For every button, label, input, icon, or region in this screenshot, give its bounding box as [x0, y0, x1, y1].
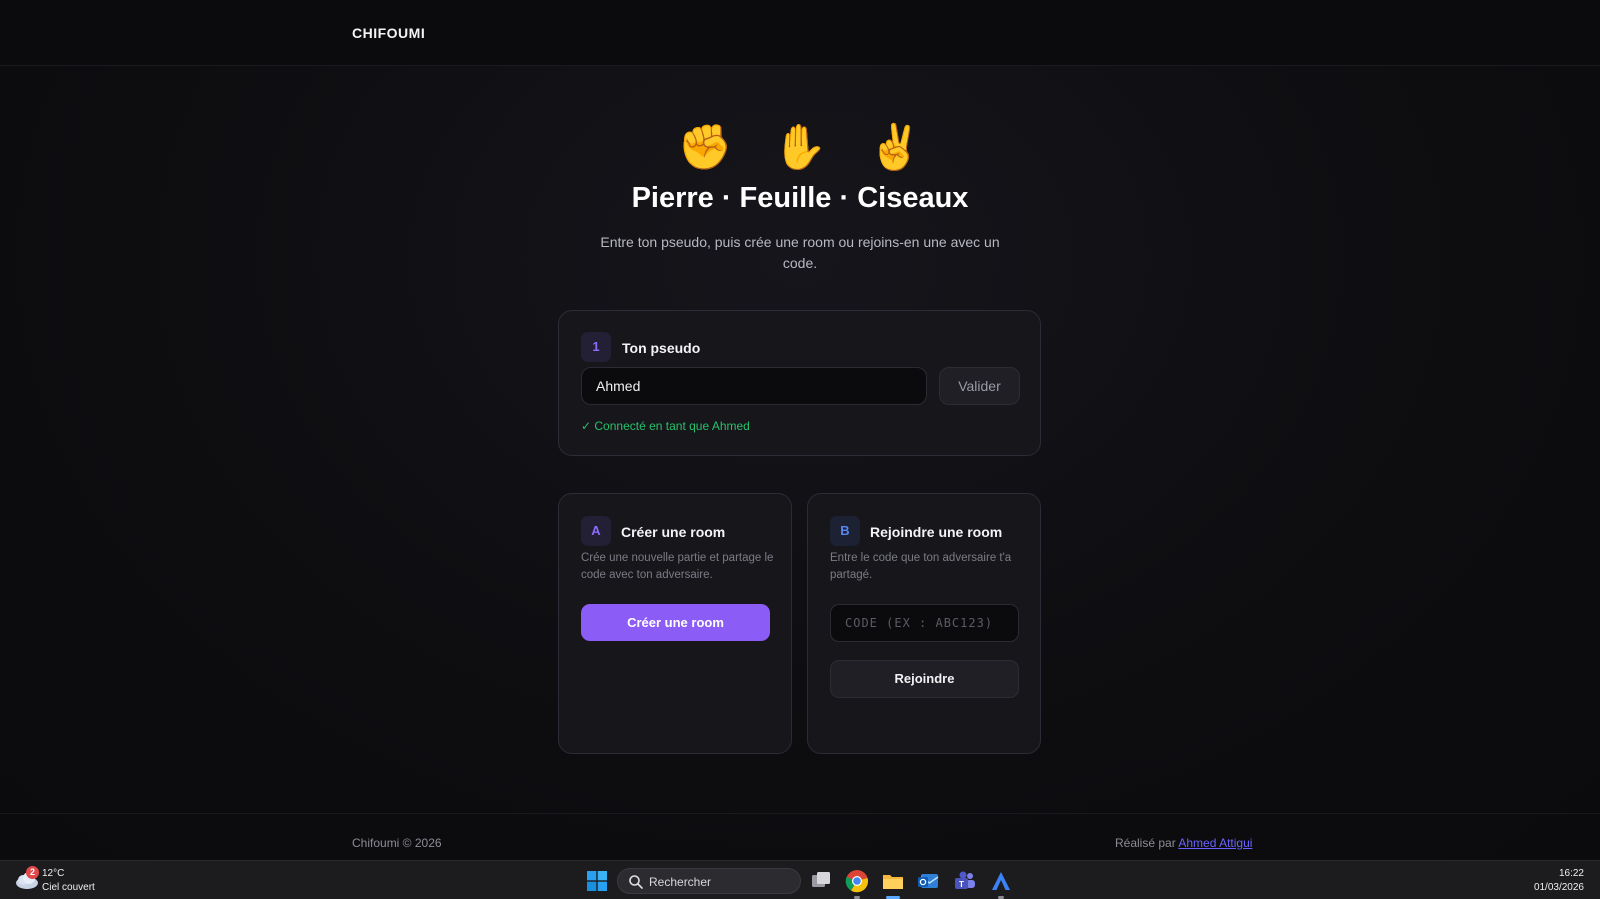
- validate-button[interactable]: Valider: [939, 367, 1020, 405]
- svg-text:T: T: [959, 880, 964, 889]
- top-bar: CHIFOUMI: [0, 0, 1600, 66]
- footer-credit-prefix: Réalisé par: [1115, 836, 1179, 850]
- join-room-button[interactable]: Rejoindre: [830, 660, 1019, 698]
- page-title: Pierre · Feuille · Ciseaux: [631, 182, 969, 214]
- create-room-card: A Créer une room Crée une nouvelle parti…: [558, 493, 792, 754]
- weather-temperature: 12°C: [42, 868, 65, 879]
- footer-credit: Réalisé par Ahmed Attigui: [1115, 836, 1252, 850]
- footer: Chifoumi © 2026 Réalisé par Ahmed Attigu…: [0, 813, 1600, 860]
- outlook-icon[interactable]: [917, 869, 941, 893]
- search-label: Rechercher: [649, 875, 712, 889]
- create-room-button[interactable]: Créer une room: [581, 604, 770, 641]
- app-page: CHIFOUMI ✊ ✋ ✌️ Pierre · Feuille · Cisea…: [0, 0, 1600, 860]
- step-badge: B: [830, 516, 860, 546]
- join-room-card: B Rejoindre une room Entre le code que t…: [807, 493, 1041, 754]
- page-subtitle: Entre ton pseudo, puis crée une room ou …: [600, 234, 1000, 271]
- file-explorer-icon[interactable]: [881, 869, 905, 893]
- weather-description: Ciel couvert: [42, 882, 95, 893]
- scissors-hand-icon: ✌️: [867, 122, 923, 173]
- windows-start-icon[interactable]: [587, 871, 607, 891]
- app-a-icon[interactable]: [989, 869, 1013, 893]
- create-room-title: Créer une room: [621, 524, 726, 540]
- task-view-icon[interactable]: [809, 869, 833, 893]
- brand-logo[interactable]: CHIFOUMI: [352, 25, 425, 41]
- pseudo-input[interactable]: [581, 367, 927, 405]
- search-icon: [629, 875, 643, 889]
- pseudo-card-title: Ton pseudo: [622, 340, 701, 356]
- step-badge: 1: [581, 332, 611, 362]
- weather-widget[interactable]: 2 12°C Ciel couvert: [14, 866, 134, 895]
- connection-status: ✓ Connecté en tant que Ahmed: [581, 419, 750, 433]
- paper-hand-icon: ✋: [772, 122, 828, 173]
- footer-copyright: Chifoumi © 2026: [352, 836, 442, 850]
- teams-icon[interactable]: T: [953, 869, 977, 893]
- hero-emojis: ✊ ✋ ✌️: [0, 122, 1600, 174]
- step-badge: A: [581, 516, 611, 546]
- rock-hand-icon: ✊: [677, 122, 733, 173]
- join-room-title: Rejoindre une room: [870, 524, 1003, 540]
- chrome-icon[interactable]: [845, 869, 869, 893]
- taskbar-search[interactable]: Rechercher: [617, 868, 801, 894]
- clock-date: 01/03/2026: [1533, 882, 1584, 893]
- room-code-input[interactable]: [830, 604, 1019, 642]
- create-room-description: Crée une nouvelle partie et partage le c…: [581, 552, 774, 581]
- author-link[interactable]: Ahmed Attigui: [1178, 836, 1252, 850]
- pseudo-card: 1 Ton pseudo Valider ✓ Connecté en tant …: [558, 310, 1041, 456]
- join-room-description: Entre le code que ton adversaire t'a par…: [830, 552, 1012, 581]
- system-clock[interactable]: 16:22 01/03/2026: [1534, 867, 1584, 895]
- taskbar: 2 12°C Ciel couvert Rechercher T 16:22 0…: [0, 860, 1600, 899]
- clock-time: 16:22: [1558, 868, 1584, 879]
- notification-badge: 2: [26, 866, 39, 879]
